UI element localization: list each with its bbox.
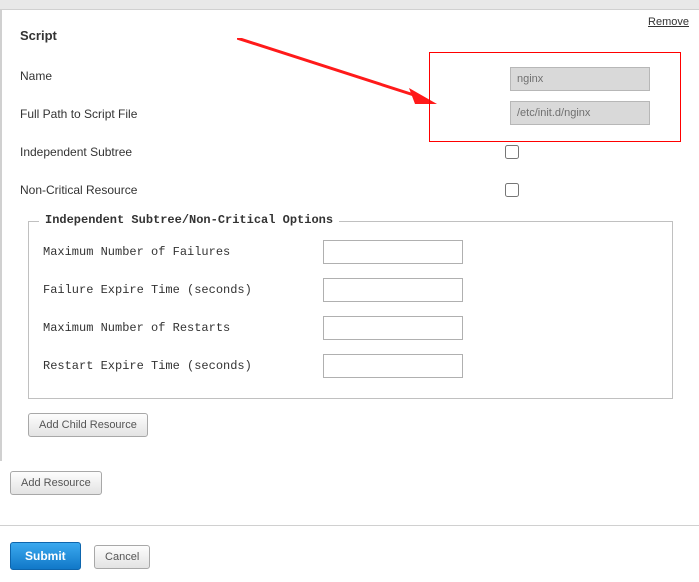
resource-panel: Script Name Full Path to Script File Ind… [0, 10, 699, 461]
add-resource-button[interactable]: Add Resource [10, 471, 102, 495]
independent-subtree-checkbox[interactable] [505, 145, 519, 159]
top-toolbar [0, 0, 699, 10]
path-input[interactable] [510, 101, 650, 125]
cancel-button[interactable]: Cancel [94, 545, 150, 569]
restart-expire-label: Restart Expire Time (seconds) [43, 359, 323, 373]
add-child-resource-button[interactable]: Add Child Resource [28, 413, 148, 437]
restart-expire-input[interactable] [323, 354, 463, 378]
name-input[interactable] [510, 67, 650, 91]
path-label: Full Path to Script File [20, 107, 320, 121]
name-label: Name [20, 69, 320, 83]
section-title: Script [20, 28, 681, 43]
submit-button[interactable]: Submit [10, 542, 81, 570]
footer-actions: Submit Cancel [0, 526, 699, 582]
failure-expire-input[interactable] [323, 278, 463, 302]
options-legend: Independent Subtree/Non-Critical Options [39, 213, 339, 227]
noncritical-label: Non-Critical Resource [20, 183, 505, 197]
script-section: Script Name Full Path to Script File Ind… [2, 10, 699, 447]
max-failures-input[interactable] [323, 240, 463, 264]
independent-subtree-label: Independent Subtree [20, 145, 505, 159]
noncritical-checkbox[interactable] [505, 183, 519, 197]
max-restarts-input[interactable] [323, 316, 463, 340]
options-fieldset: Independent Subtree/Non-Critical Options… [28, 221, 673, 399]
highlighted-inputs-box [429, 52, 681, 142]
max-failures-label: Maximum Number of Failures [43, 245, 323, 259]
failure-expire-label: Failure Expire Time (seconds) [43, 283, 323, 297]
max-restarts-label: Maximum Number of Restarts [43, 321, 323, 335]
